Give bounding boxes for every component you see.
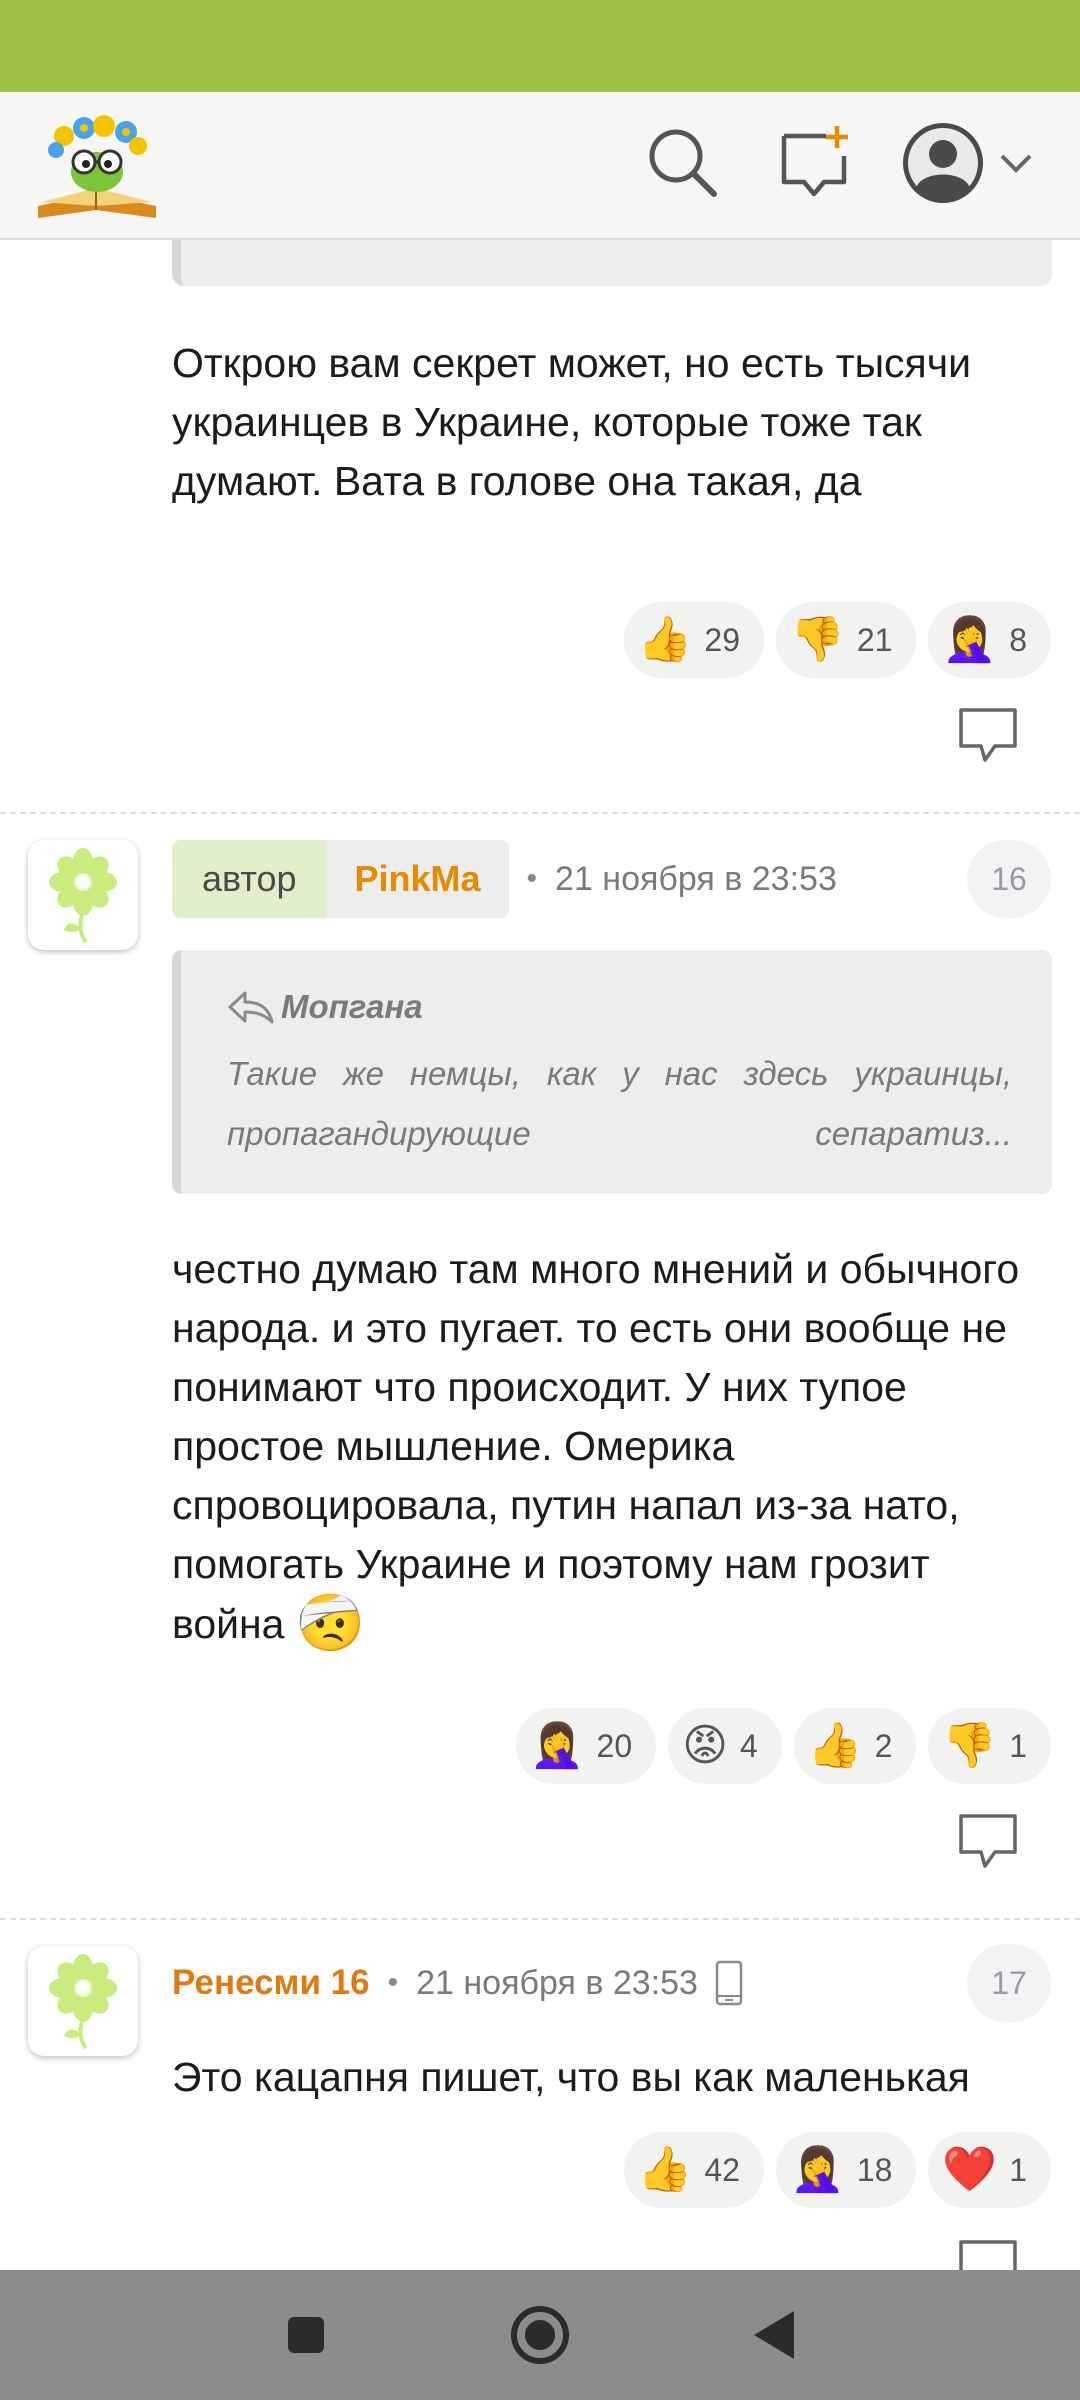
angry-face-icon: 😡 bbox=[682, 1720, 729, 1771]
comment-meta: Ренесми 16 • 21 ноября в 23:53 bbox=[172, 1944, 744, 2022]
quote-author-row: Мопгана bbox=[227, 988, 1012, 1026]
thumbs-down-icon: 👎 bbox=[790, 614, 845, 665]
reaction-heart[interactable]: ❤️ 1 bbox=[928, 2132, 1051, 2208]
comment-text: Открою вам секрет может, но есть тысячи … bbox=[172, 340, 971, 504]
comments-feed: Открою вам секрет может, но есть тысячи … bbox=[0, 240, 1080, 2270]
reaction-angry[interactable]: 😡 4 bbox=[668, 1708, 782, 1784]
user-avatar-icon bbox=[903, 123, 983, 203]
mobile-device-icon bbox=[715, 1960, 743, 2006]
heart-icon: ❤️ bbox=[942, 2144, 998, 2195]
reaction-facepalm[interactable]: 🤦‍♀️ 8 bbox=[928, 602, 1051, 678]
reply-icon[interactable] bbox=[955, 2238, 1021, 2270]
reaction-thumbs-down[interactable]: 👎 21 bbox=[776, 602, 917, 678]
thumbs-down-icon: 👎 bbox=[942, 1720, 998, 1771]
quote-author: Мопгана bbox=[281, 988, 423, 1025]
comment-meta: автор PinkMa • 21 ноября в 23:53 bbox=[172, 840, 837, 918]
reply-icon[interactable] bbox=[955, 706, 1021, 766]
author-badge: автор bbox=[172, 840, 327, 918]
reaction-thumbs-up[interactable]: 👍 2 bbox=[793, 1708, 917, 1784]
thumbs-up-icon: 👍 bbox=[637, 2144, 693, 2195]
chevron-down-icon bbox=[1000, 154, 1032, 173]
injured-face-emoji: 🤕 bbox=[295, 1591, 366, 1656]
reactions-bar: 👍 42 🤦‍♀️ 18 ❤️ 1 bbox=[623, 2132, 1051, 2208]
home-icon[interactable] bbox=[504, 2299, 576, 2371]
quote-block bbox=[172, 240, 1052, 286]
reply-icon[interactable] bbox=[955, 1812, 1021, 1872]
username[interactable]: PinkMa bbox=[326, 840, 509, 918]
back-icon[interactable] bbox=[738, 2299, 810, 2371]
app-logo-icon[interactable] bbox=[34, 110, 160, 222]
reply-arrow-icon bbox=[228, 991, 274, 1024]
reactions-bar: 👍 29 👎 21 🤦‍♀️ 8 bbox=[623, 602, 1051, 678]
reaction-count: 4 bbox=[740, 1727, 758, 1764]
reaction-count: 42 bbox=[704, 2151, 741, 2188]
recent-apps-icon[interactable] bbox=[270, 2299, 342, 2371]
system-navigation-bar bbox=[0, 2270, 1080, 2400]
facepalm-icon: 🤦‍♀️ bbox=[790, 2144, 845, 2195]
facepalm-icon: 🤦‍♀️ bbox=[942, 614, 998, 665]
reaction-thumbs-up[interactable]: 👍 42 bbox=[623, 2132, 765, 2208]
comment-number[interactable]: 17 bbox=[967, 1944, 1051, 2022]
thumbs-up-icon: 👍 bbox=[637, 614, 693, 665]
avatar-flower-icon[interactable] bbox=[28, 840, 138, 950]
reaction-count: 21 bbox=[856, 621, 893, 658]
author-chip[interactable]: автор PinkMa bbox=[172, 840, 509, 918]
timestamp: 21 ноября в 23:53 bbox=[555, 859, 837, 898]
reaction-facepalm[interactable]: 🤦‍♀️ 20 bbox=[515, 1708, 657, 1784]
search-icon[interactable] bbox=[642, 122, 722, 202]
timestamp: 21 ноября в 23:53 bbox=[416, 1963, 698, 2002]
reaction-count: 8 bbox=[1009, 621, 1027, 658]
reaction-thumbs-down[interactable]: 👎 1 bbox=[928, 1708, 1051, 1784]
reaction-count: 18 bbox=[856, 2151, 893, 2188]
reaction-facepalm[interactable]: 🤦‍♀️ 18 bbox=[776, 2132, 917, 2208]
quote-block[interactable]: Мопгана Такие же немцы, как у нас здесь … bbox=[172, 950, 1052, 1194]
quote-text: Такие же немцы, как у нас здесь украинцы… bbox=[227, 1055, 1012, 1152]
comment-divider bbox=[0, 812, 1080, 814]
comment-text: честно думаю там много мнений и обычного… bbox=[172, 1246, 1020, 1647]
status-bar bbox=[0, 0, 1080, 92]
avatar-flower-icon[interactable] bbox=[28, 1946, 138, 2056]
separator-dot: • bbox=[526, 862, 538, 895]
thumbs-up-icon: 👍 bbox=[807, 1720, 863, 1771]
new-message-icon[interactable] bbox=[774, 122, 854, 202]
reactions-bar: 🤦‍♀️ 20 😡 4 👍 2 👎 1 bbox=[515, 1708, 1051, 1784]
reaction-count: 20 bbox=[596, 1727, 633, 1764]
username[interactable]: Ренесми 16 bbox=[172, 1963, 370, 2003]
reaction-count: 2 bbox=[874, 1727, 893, 1764]
facepalm-icon: 🤦‍♀️ bbox=[529, 1720, 585, 1771]
reaction-count: 29 bbox=[704, 621, 741, 658]
app-header bbox=[0, 92, 1080, 240]
reaction-count: 1 bbox=[1009, 1727, 1027, 1764]
reaction-count: 1 bbox=[1009, 2151, 1027, 2188]
comment-text-block: честно думаю там много мнений и обычного… bbox=[172, 1240, 1052, 1654]
comment-divider bbox=[0, 1918, 1080, 1920]
profile-menu-button[interactable] bbox=[900, 120, 1040, 206]
comment-text: Это кацапня пишет, что вы как маленькая bbox=[172, 2054, 970, 2100]
comment-number[interactable]: 16 bbox=[967, 840, 1051, 918]
separator-dot: • bbox=[387, 1966, 399, 1999]
reaction-thumbs-up[interactable]: 👍 29 bbox=[623, 602, 765, 678]
